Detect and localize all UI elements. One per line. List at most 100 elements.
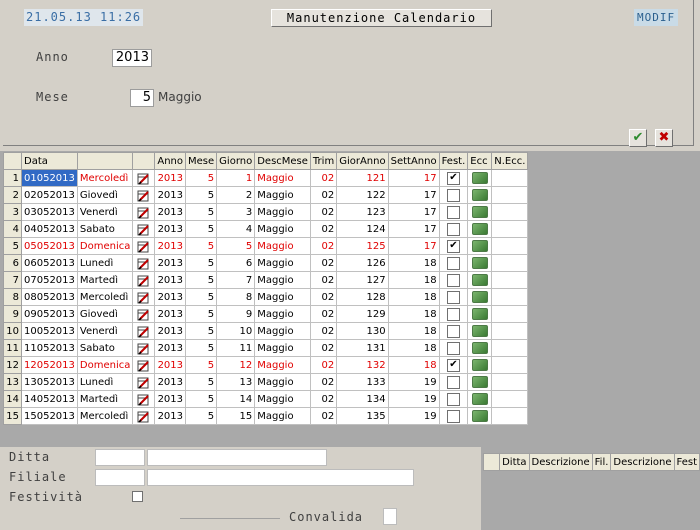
cancel-button[interactable]: ✖ [655, 129, 673, 147]
calendar-edit-icon[interactable] [137, 223, 150, 236]
subgrid-header-descrizione[interactable]: Descrizione [528, 453, 593, 471]
cell-ecc[interactable] [467, 339, 493, 357]
cell-fest[interactable] [438, 186, 469, 204]
cell-mese[interactable]: 5 [185, 186, 218, 204]
cell-giorno[interactable]: 14 [216, 390, 256, 408]
cell-desc-mese[interactable]: Maggio [254, 322, 311, 340]
cell-ecc[interactable] [467, 322, 493, 340]
cell-n-ecc[interactable] [491, 203, 529, 221]
cell-fest[interactable] [438, 220, 469, 238]
cell-n-ecc[interactable] [491, 390, 529, 408]
cell-calendar[interactable] [132, 169, 156, 187]
column-header-giorno[interactable]: Giorno [216, 152, 256, 170]
exception-icon[interactable] [471, 172, 488, 184]
cell-trim[interactable]: 02 [309, 322, 338, 340]
cell-ecc[interactable] [467, 305, 493, 323]
cell-gior-anno[interactable]: 125 [336, 237, 389, 255]
cell-anno[interactable]: 2013 [154, 237, 187, 255]
cell-calendar[interactable] [132, 271, 156, 289]
festivo-checkbox[interactable]: ✔ [446, 239, 460, 253]
row-number[interactable]: 8 [3, 288, 22, 306]
cell-data[interactable]: 06052013 [21, 254, 78, 272]
table-row[interactable]: 4 04052013 Sabato 2013 5 4 Maggio 02 124 17 [3, 220, 529, 238]
cell-trim[interactable]: 02 [309, 271, 338, 289]
cell-ecc[interactable] [467, 356, 493, 374]
column-header-trim[interactable]: Trim [309, 152, 338, 170]
cell-giorno[interactable]: 7 [216, 271, 256, 289]
cell-gior-anno[interactable]: 135 [336, 407, 389, 425]
cell-anno[interactable]: 2013 [154, 373, 187, 391]
cell-sett-anno[interactable]: 17 [387, 220, 440, 238]
festivita-checkbox[interactable] [132, 491, 143, 502]
cell-anno[interactable]: 2013 [154, 390, 187, 408]
cell-anno[interactable]: 2013 [154, 203, 187, 221]
cell-sett-anno[interactable]: 17 [387, 169, 440, 187]
row-number[interactable]: 13 [3, 373, 22, 391]
ditta-code-field[interactable] [95, 449, 145, 466]
calendar-edit-icon[interactable] [137, 257, 150, 270]
cell-sett-anno[interactable]: 18 [387, 356, 440, 374]
cell-fest[interactable]: ✔ [438, 356, 469, 374]
table-row[interactable]: 13 13052013 Lunedì 2013 5 13 Maggio 02 133 19 [3, 373, 529, 391]
cell-mese[interactable]: 5 [185, 407, 218, 425]
cell-fest[interactable] [438, 254, 469, 272]
table-row[interactable]: 2 02052013 Giovedì 2013 5 2 Maggio 02 122 17 [3, 186, 529, 204]
cell-mese[interactable]: 5 [185, 373, 218, 391]
table-row[interactable]: 9 09052013 Giovedì 2013 5 9 Maggio 02 129 18 [3, 305, 529, 323]
cell-n-ecc[interactable] [491, 254, 529, 272]
cell-giorno[interactable]: 9 [216, 305, 256, 323]
cell-weekday[interactable]: Domenica [76, 356, 134, 374]
festivo-checkbox[interactable] [446, 205, 460, 219]
cell-weekday[interactable]: Martedì [76, 390, 134, 408]
cell-data[interactable]: 03052013 [21, 203, 78, 221]
cell-sett-anno[interactable]: 19 [387, 373, 440, 391]
cell-data[interactable]: 05052013 [21, 237, 78, 255]
cell-gior-anno[interactable]: 130 [336, 322, 389, 340]
cell-desc-mese[interactable]: Maggio [254, 305, 311, 323]
cell-mese[interactable]: 5 [185, 203, 218, 221]
cell-ecc[interactable] [467, 271, 493, 289]
cell-calendar[interactable] [132, 322, 156, 340]
cell-fest[interactable] [438, 339, 469, 357]
cell-calendar[interactable] [132, 339, 156, 357]
exception-icon[interactable] [471, 376, 488, 388]
cell-giorno[interactable]: 15 [216, 407, 256, 425]
cell-mese[interactable]: 5 [185, 271, 218, 289]
calendar-edit-icon[interactable] [137, 410, 150, 423]
row-number[interactable]: 1 [3, 169, 22, 187]
cell-ecc[interactable] [467, 254, 493, 272]
subgrid-header-fest[interactable]: Fest [673, 453, 700, 471]
cell-calendar[interactable] [132, 373, 156, 391]
cell-anno[interactable]: 2013 [154, 186, 187, 204]
cell-anno[interactable]: 2013 [154, 169, 187, 187]
cell-gior-anno[interactable]: 134 [336, 390, 389, 408]
cell-gior-anno[interactable]: 123 [336, 203, 389, 221]
column-header-giorno-sett[interactable] [76, 152, 134, 170]
cell-trim[interactable]: 02 [309, 237, 338, 255]
cell-fest[interactable] [438, 407, 469, 425]
exception-icon[interactable] [471, 308, 488, 320]
cell-data[interactable]: 07052013 [21, 271, 78, 289]
cell-sett-anno[interactable]: 17 [387, 186, 440, 204]
cell-weekday[interactable]: Sabato [76, 220, 134, 238]
cell-anno[interactable]: 2013 [154, 254, 187, 272]
cell-n-ecc[interactable] [491, 305, 529, 323]
column-header-data[interactable]: Data [21, 152, 78, 170]
cell-data[interactable]: 04052013 [21, 220, 78, 238]
cell-gior-anno[interactable]: 131 [336, 339, 389, 357]
cell-giorno[interactable]: 10 [216, 322, 256, 340]
column-header-sett-anno[interactable]: SettAnno [387, 152, 440, 170]
cell-weekday[interactable]: Venerdì [76, 322, 134, 340]
cell-desc-mese[interactable]: Maggio [254, 237, 311, 255]
cell-desc-mese[interactable]: Maggio [254, 186, 311, 204]
cell-ecc[interactable] [467, 288, 493, 306]
cell-ecc[interactable] [467, 169, 493, 187]
row-number[interactable]: 2 [3, 186, 22, 204]
cell-n-ecc[interactable] [491, 407, 529, 425]
cell-weekday[interactable]: Mercoledì [76, 288, 134, 306]
cell-n-ecc[interactable] [491, 169, 529, 187]
confirm-button[interactable]: ✔ [629, 129, 647, 147]
mese-field[interactable]: 5 [130, 89, 154, 107]
filiale-code-field[interactable] [95, 469, 145, 486]
convalida-field[interactable] [383, 508, 397, 525]
